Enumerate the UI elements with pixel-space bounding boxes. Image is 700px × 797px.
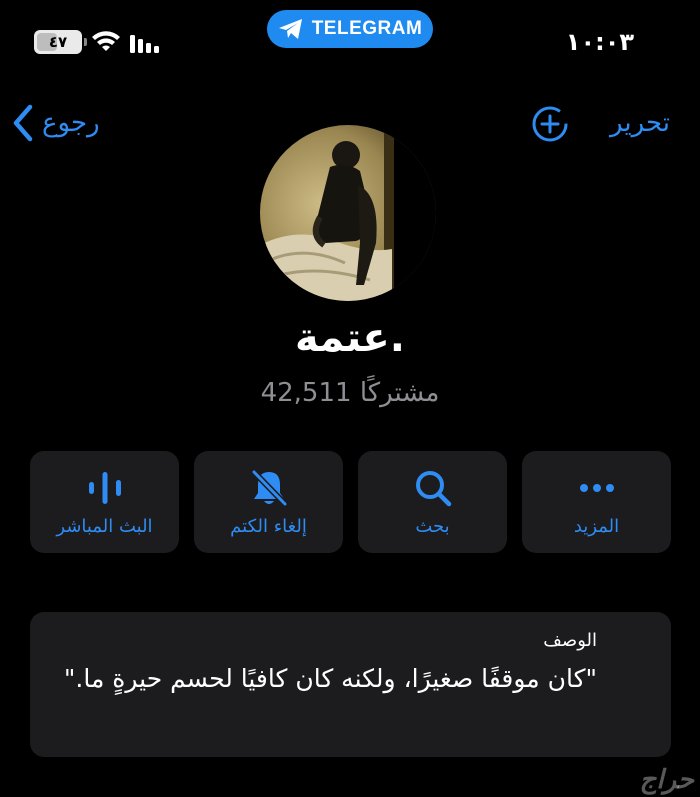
search-button[interactable]: بحث — [358, 451, 507, 553]
add-member-button[interactable] — [530, 104, 570, 144]
battery-percent: ٤٧ — [48, 33, 68, 51]
chevron-left-icon — [13, 104, 33, 142]
back-label: رجوع — [42, 108, 100, 138]
more-button[interactable]: المزيد — [522, 451, 671, 553]
signal-icon — [130, 35, 159, 53]
search-icon — [413, 468, 453, 508]
unmute-label: إلغاء الكتم — [230, 515, 307, 537]
description-text: "كان موقفًا صغيرًا، ولكنه كان كافيًا لحس… — [63, 664, 597, 693]
search-label: بحث — [415, 515, 450, 537]
bell-slash-icon — [249, 468, 289, 508]
more-label: المزيد — [573, 515, 620, 537]
channel-avatar[interactable] — [260, 125, 436, 301]
channel-actions: المزيد بحث إلغاء الكتم البث المباشر — [30, 451, 671, 553]
battery-icon: ٤٧ — [34, 30, 87, 54]
telegram-return-pill[interactable]: TELEGRAM — [267, 10, 433, 48]
wifi-icon — [92, 31, 120, 51]
live-stream-button[interactable]: البث المباشر — [30, 451, 179, 553]
back-button[interactable]: رجوع — [12, 104, 100, 142]
haraj-watermark: حراج — [639, 765, 694, 795]
status-time: ١٠:٠٣ — [565, 28, 634, 56]
telegram-plane-icon — [278, 19, 302, 39]
description-card: الوصف "كان موقفًا صغيرًا، ولكنه كان كافي… — [30, 612, 671, 757]
unmute-button[interactable]: إلغاء الكتم — [194, 451, 343, 553]
live-stream-label: البث المباشر — [56, 515, 153, 537]
subscriber-count: 42,511 مشتركًا — [260, 378, 440, 408]
telegram-pill-label: TELEGRAM — [311, 18, 423, 39]
description-label: الوصف — [543, 630, 597, 651]
edit-button[interactable]: تحرير — [610, 108, 670, 138]
more-icon — [577, 468, 617, 508]
status-icons: ٤٧ — [34, 30, 162, 54]
channel-name: عتمة. — [295, 315, 405, 361]
live-stream-icon — [85, 468, 125, 508]
